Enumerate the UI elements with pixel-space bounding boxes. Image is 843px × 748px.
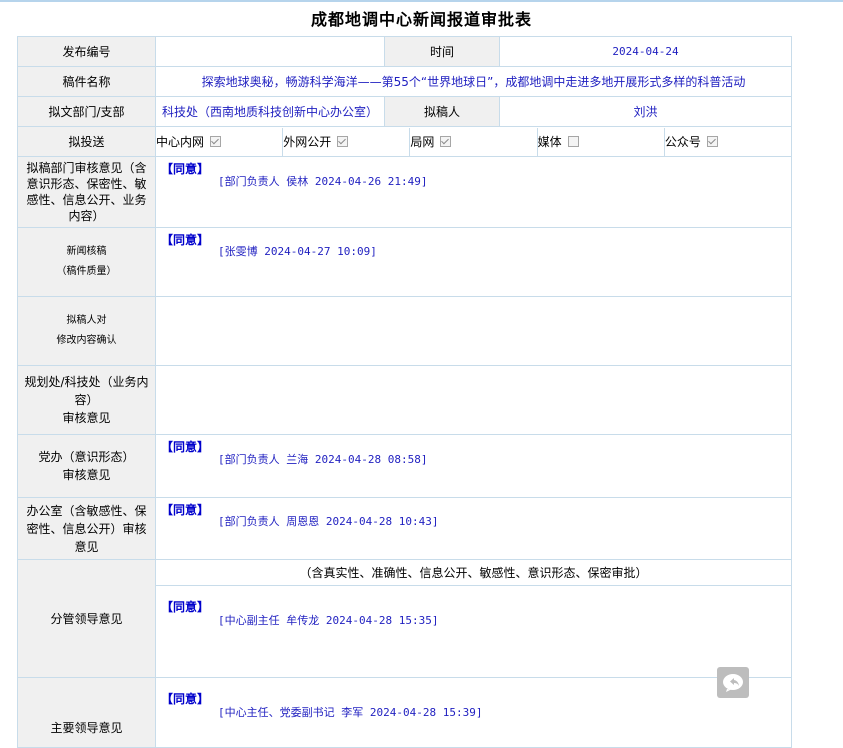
signature: [张雯博 2024-04-27 10:09] [218,245,377,258]
agree-tag: 【同意】 [161,600,210,614]
label-line: 修改内容确认 [56,335,117,346]
page-title: 成都地调中心新闻报道审批表 [310,10,532,29]
release-no-value [155,36,385,67]
signature: [部门负责人 周恩恩 2024-04-28 10:43] [218,515,439,528]
reply-chat-icon[interactable] [717,667,749,698]
opinion-cell [155,365,792,435]
opinion-cell: 【同意】 [张雯博 2024-04-27 10:09] [155,227,792,297]
dept-value: 科技处（西南地质科技创新中心办公室） [155,96,385,127]
dept-label: 拟文部门/支部 [17,96,156,127]
checkbox-checked-icon[interactable] [706,136,718,147]
checkbox-unchecked-icon[interactable] [567,136,579,147]
agree-tag: 【同意】 [161,440,210,454]
top-border [0,0,843,2]
opinion-cell: 【同意】 [中心主任、党委副书记 李军 2024-04-28 15:39] [155,677,792,748]
reply-arrow-icon [723,673,743,692]
signature: [中心主任、党委副书记 李军 2024-04-28 15:39] [218,706,483,719]
signature: [中心副主任 牟传龙 2024-04-28 15:35] [218,614,439,627]
label-line: （稿件质量） [56,266,117,277]
signature: [部门负责人 侯林 2024-04-26 21:49] [218,175,428,188]
agree-tag: 【同意】 [161,233,210,247]
channel-media[interactable]: 媒体 [537,127,665,156]
opinion-cell: 【同意】 [部门负责人 兰海 2024-04-28 08:58] [155,434,792,498]
drafter-label: 拟稿人 [384,96,500,127]
time-value: 2024-04-24 [499,36,792,67]
channel-label-text: 中心内网 [156,135,205,149]
opinion-note: （含真实性、准确性、信息公开、敏感性、意识形态、保密审批） [155,559,792,586]
checkbox-checked-icon[interactable] [337,136,349,147]
agree-tag: 【同意】 [161,692,210,706]
label-line: 审核意见 [62,411,111,425]
agree-tag: 【同意】 [161,503,210,517]
signature: [部门负责人 兰海 2024-04-28 08:58] [218,453,428,466]
channel-label-text: 媒体 [537,135,562,149]
checkbox-checked-icon[interactable] [210,136,222,147]
label-line: 规划处/科技处（业务内容） [24,375,149,407]
channel-bureau-web[interactable]: 局网 [410,127,538,156]
channel-public-web[interactable]: 外网公开 [283,127,411,156]
opinion-label: 拟稿人对修改内容确认 [17,296,156,366]
opinion-cell: 【同意】 [部门负责人 侯林 2024-04-26 21:49] [155,156,792,228]
opinion-label: 分管领导意见 [17,559,156,678]
opinion-label: 规划处/科技处（业务内容） 审核意见 [17,365,156,435]
channel-label: 拟投送 [17,126,156,157]
label-line: 新闻核稿 [66,246,107,257]
agree-tag: 【同意】 [161,162,210,176]
opinion-cell: 【同意】 [中心副主任 牟传龙 2024-04-28 15:35] [155,585,792,678]
opinion-cell [155,296,792,366]
label-line: 党办（意识形态） [38,450,135,464]
channel-official-account[interactable]: 公众号 [665,128,791,156]
manuscript-value: 探索地球奥秘，畅游科学海洋——第55个“世界地球日”，成都地调中走进多地开展形式… [155,66,792,97]
opinion-label: 主要领导意见 [17,677,156,748]
opinion-label: 办公室（含敏感性、保密性、信息公开）审核意见 [17,497,156,560]
time-label: 时间 [384,36,500,67]
channel-label-text: 局网 [410,135,435,149]
channel-label-text: 外网公开 [283,135,332,149]
release-no-label: 发布编号 [17,36,156,67]
manuscript-label: 稿件名称 [17,66,156,97]
drafter-value: 刘洪 [499,96,792,127]
approval-table: 发布编号 时间 2024-04-24 稿件名称 探索地球奥秘，畅游科学海洋——第… [17,36,792,748]
channel-intranet[interactable]: 中心内网 [156,127,284,156]
checkbox-checked-icon[interactable] [440,136,452,147]
opinion-label: 新闻核稿 （稿件质量） [17,227,156,297]
opinion-label: 拟稿部门审核意见（含意识形态、保密性、敏感性、信息公开、业务内容） [17,156,156,228]
opinion-label: 党办（意识形态） 审核意见 [17,434,156,498]
channel-label-text: 公众号 [664,135,701,149]
label-line: 审核意见 [62,468,111,482]
label-line: 拟稿人对 [66,315,107,326]
opinion-cell: 【同意】 [部门负责人 周恩恩 2024-04-28 10:43] [155,497,792,560]
channel-options: 中心内网 外网公开 局网 媒体 公众号 [155,126,792,157]
